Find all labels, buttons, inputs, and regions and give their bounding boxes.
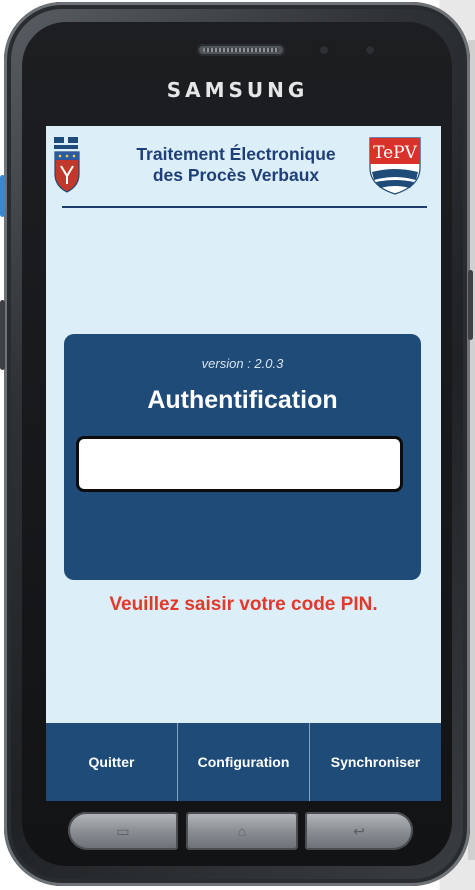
- synchronize-button[interactable]: Synchroniser: [310, 723, 441, 801]
- app-title-line1: Traitement Électronique: [136, 144, 336, 164]
- home-key[interactable]: ⌂: [186, 812, 298, 850]
- recent-apps-key[interactable]: ▭: [68, 812, 178, 850]
- side-key-blue[interactable]: [0, 175, 5, 217]
- power-key[interactable]: [468, 270, 473, 340]
- app-title: Traitement Électronique des Procès Verba…: [106, 144, 366, 186]
- proximity-sensor: [318, 44, 330, 56]
- tepv-logo-icon: TePV: [369, 137, 421, 195]
- bottom-action-bar: Quitter Configuration Synchroniser: [46, 723, 441, 801]
- volume-key[interactable]: [0, 300, 5, 370]
- header-divider: [62, 206, 427, 208]
- version-label: version : 2.0.3: [201, 356, 284, 371]
- app-title-line2: des Procès Verbaux: [152, 165, 320, 185]
- auth-title: Authentification: [147, 386, 338, 414]
- screen: Traitement Électronique des Procès Verba…: [46, 126, 441, 801]
- brand-logo: SAMSUNG: [166, 78, 309, 102]
- police-crest-icon: [54, 137, 80, 193]
- back-key[interactable]: ↩: [305, 812, 413, 850]
- pin-input[interactable]: [76, 436, 403, 492]
- tepv-logo-text: TePV: [373, 143, 418, 163]
- back-icon: ↩: [353, 822, 365, 839]
- earpiece-speaker: [197, 44, 285, 56]
- auth-panel: version : 2.0.3 Authentification: [64, 334, 421, 580]
- page: SAMSUNG Traitement Électronique des Proc…: [0, 0, 475, 890]
- front-camera: [364, 44, 376, 56]
- configuration-button[interactable]: Configuration: [178, 723, 310, 801]
- recent-apps-icon: ▭: [116, 822, 130, 839]
- quit-button[interactable]: Quitter: [46, 723, 178, 801]
- pin-prompt-message: Veuillez saisir votre code PIN.: [109, 594, 378, 615]
- home-icon: ⌂: [237, 823, 247, 839]
- app-header: Traitement Électronique des Procès Verba…: [46, 126, 441, 208]
